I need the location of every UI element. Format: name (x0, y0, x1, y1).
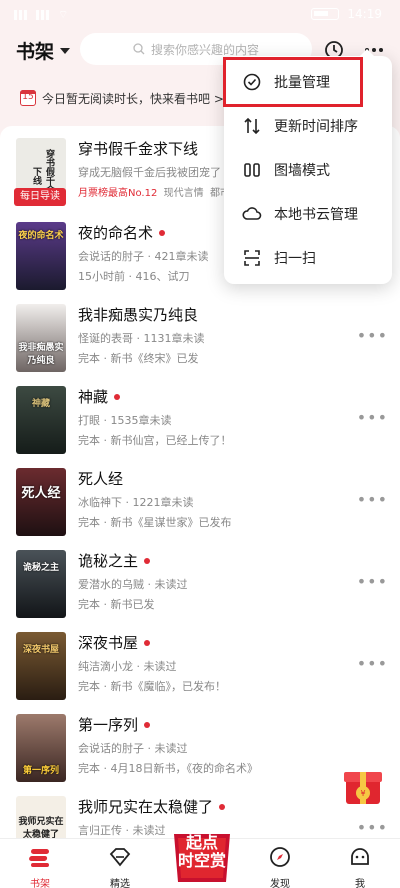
shelf-title-dropdown[interactable]: 书架 (16, 37, 71, 64)
reading-tip-text: 今日暂无阅读时长，快来看书吧 > (42, 91, 224, 106)
book-title: 死人经 (78, 470, 124, 488)
book-author-progress: 打眼 · 1535章未读 (78, 414, 172, 427)
book-latest: 完本 · 新书《魔临》，已发布！ (78, 680, 226, 693)
signal-icon (14, 10, 30, 20)
update-dot (159, 229, 166, 236)
book-author-progress: 怪诞的表哥 · 1131章未读 (78, 332, 205, 345)
tab-bookshelf[interactable]: 书架 (10, 845, 70, 888)
book-title: 诡秘之主 (78, 550, 151, 571)
book-author-progress: 会说话的肘子 · 未读过 (78, 742, 188, 755)
compass-icon (270, 847, 290, 867)
menu-label: 图墙模式 (274, 163, 330, 179)
grid-icon (242, 160, 262, 180)
book-cover[interactable]: 死人经 (16, 468, 66, 536)
book-meta: 月票榜最高No.12 现代言情 都市 (78, 188, 231, 199)
book-latest: 完本 · 新书《星谋世家》已发布 (78, 516, 232, 529)
menu-label: 本地书云管理 (274, 207, 358, 223)
tab-discover[interactable]: 发现 (250, 845, 310, 888)
book-cover[interactable]: 神藏 (16, 386, 66, 454)
book-item[interactable]: 神藏 神藏 打眼 · 1535章未读 完本 · 新书仙宫，已经上传了！ ••• (0, 374, 400, 456)
update-dot (144, 557, 151, 564)
bookshelf-icon (29, 849, 49, 867)
tab-featured[interactable]: 精选 (90, 845, 150, 888)
book-title: 第一序列 (78, 714, 151, 735)
status-bar: ⌔ 14:19 (0, 0, 400, 28)
book-author-progress: 言归正传 · 未读过 (78, 824, 166, 837)
tab-label: 我 (355, 879, 365, 888)
menu-wall-mode[interactable]: 图墙模式 (224, 148, 392, 192)
gift-box-icon[interactable]: ¥ (338, 760, 388, 810)
book-title: 神藏 (78, 386, 121, 407)
book-item[interactable]: 诡秘之主 诡秘之主 爱潜水的乌贼 · 未读过 完本 · 新书已发 ••• (0, 538, 400, 620)
book-more-icon[interactable]: ••• (357, 654, 388, 673)
calendar-icon: 15 (20, 90, 36, 106)
book-item[interactable]: 我非痴愚实乃纯良 我非痴愚实乃纯良 怪诞的表哥 · 1131章未读 完本 · 新… (0, 292, 400, 374)
book-cover[interactable]: 诡秘之主 (16, 550, 66, 618)
tab-me[interactable]: 我 (330, 845, 390, 888)
book-more-icon[interactable]: ••• (357, 408, 388, 427)
selection-highlight (223, 57, 363, 107)
sort-icon (242, 116, 262, 136)
status-signal-group: ⌔ (14, 8, 68, 22)
scan-icon (242, 248, 262, 268)
page-title: 书架 (16, 41, 55, 63)
update-dot (144, 721, 151, 728)
book-title: 深夜书屋 (78, 632, 151, 653)
wifi-icon: ⌔ (58, 8, 69, 21)
book-title: 我非痴愚实乃纯良 (78, 306, 199, 324)
book-cover[interactable]: 夜的命名术 (16, 222, 66, 290)
book-more-icon[interactable]: ••• (357, 818, 388, 837)
book-latest: 15小时前 · 416、试刀 (78, 270, 190, 283)
book-item[interactable]: 深夜书屋 深夜书屋 纯洁滴小龙 · 未读过 完本 · 新书《魔临》，已发布！ •… (0, 620, 400, 702)
tab-label: 书架 (30, 879, 50, 888)
time-space-reward-promo[interactable]: 起点 时空赏 (168, 826, 236, 888)
update-dot (219, 803, 226, 810)
book-title: 我师兄实在太稳健了 (78, 796, 226, 817)
book-latest: 完本 · 新书《终宋》已发 (78, 352, 199, 365)
book-author-progress: 爱潜水的乌贼 · 未读过 (78, 578, 188, 591)
promo-text: 起点 时空赏 (177, 833, 226, 870)
update-dot (144, 639, 151, 646)
diamond-icon (109, 848, 131, 867)
status-time: 14:19 (347, 7, 382, 21)
book-cover[interactable]: 深夜书屋 (16, 632, 66, 700)
tab-label: 精选 (110, 879, 130, 888)
book-more-icon[interactable]: ••• (357, 326, 388, 345)
book-latest: 完本 · 4月18日新书，《夜的命名术》 (78, 762, 258, 775)
caret-down-icon (60, 47, 71, 54)
menu-scan[interactable]: 扫一扫 (224, 236, 392, 280)
book-cover[interactable]: 第一序列 (16, 714, 66, 782)
search-icon (133, 43, 145, 55)
book-title: 夜的命名术 (78, 222, 166, 243)
menu-local-cloud[interactable]: 本地书云管理 (224, 192, 392, 236)
book-cover[interactable]: 我师兄实在太稳健了 (16, 796, 66, 838)
cloud-icon (242, 204, 262, 224)
search-placeholder: 搜索你感兴趣的内容 (150, 42, 259, 57)
battery-icon (311, 8, 340, 20)
book-more-icon[interactable]: ••• (357, 572, 388, 591)
menu-label: 更新时间排序 (274, 119, 358, 135)
status-right-group: 14:19 (311, 7, 382, 21)
book-item[interactable]: 死人经 死人经 冰临神下 · 1221章未读 完本 · 新书《星谋世家》已发布 … (0, 456, 400, 538)
menu-label: 扫一扫 (274, 251, 316, 267)
book-author-progress: 会说话的肘子 · 421章未读 (78, 250, 209, 263)
daily-guide-badge: 每日导读 (14, 188, 66, 206)
tab-label: 发现 (270, 879, 290, 888)
book-latest: 完本 · 新书已发 (78, 598, 155, 611)
book-cover[interactable]: 我非痴愚实乃纯良 (16, 304, 66, 372)
face-icon (351, 848, 369, 865)
book-subtitle: 穿成无脑假千金后我被团宠了 (78, 166, 221, 179)
signal-icon-2 (36, 10, 52, 20)
book-author-progress: 冰临神下 · 1221章未读 (78, 496, 194, 509)
menu-sort-update[interactable]: 更新时间排序 (224, 104, 392, 148)
book-author-progress: 纯洁滴小龙 · 未读过 (78, 660, 177, 673)
book-latest: 完本 · 新书仙宫，已经上传了！ (78, 434, 232, 447)
svg-text:¥: ¥ (360, 789, 365, 798)
book-title: 穿书假千金求下线 (78, 140, 199, 158)
update-dot (114, 393, 121, 400)
book-more-icon[interactable]: ••• (357, 490, 388, 509)
